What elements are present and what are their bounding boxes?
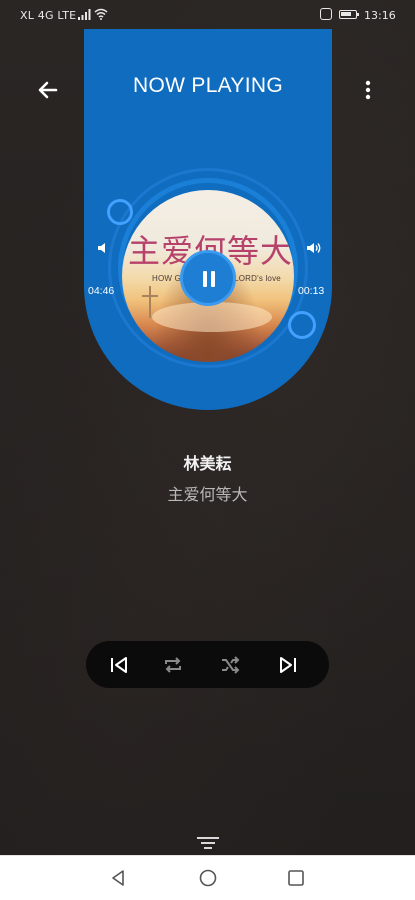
battery-icon (339, 10, 359, 19)
nav-recents-icon[interactable] (286, 868, 306, 888)
status-time: 13:16 (364, 9, 396, 22)
more-vertical-icon[interactable] (358, 76, 378, 104)
seek-slider-knob[interactable] (288, 311, 316, 339)
skip-previous-icon[interactable] (107, 653, 131, 677)
wifi-icon (94, 8, 108, 20)
track-artist: 林美耘 (183, 454, 232, 473)
nfc-icon (320, 8, 332, 20)
nav-home-icon[interactable] (198, 868, 218, 888)
volume-low-icon (98, 243, 105, 253)
queue-handle-icon[interactable] (197, 836, 219, 850)
volume-slider-knob[interactable] (107, 199, 133, 225)
playback-controls (86, 641, 329, 688)
cross-icon (142, 286, 158, 318)
repeat-icon[interactable] (161, 653, 185, 677)
remaining-time: 00:13 (298, 285, 325, 297)
status-bar: XL 4G LTE 13:16 (0, 0, 415, 30)
arrow-left-icon[interactable] (34, 76, 62, 104)
shuffle-icon[interactable] (218, 653, 242, 677)
volume-high-icon (307, 243, 321, 253)
pause-icon (203, 271, 215, 287)
system-nav-bar (0, 855, 415, 900)
album-art-cloud (152, 302, 272, 332)
skip-next-icon[interactable] (276, 653, 300, 677)
page-title: NOW PLAYING (133, 74, 283, 97)
signal-icon (78, 9, 91, 20)
carrier-label: XL 4G LTE (20, 9, 77, 22)
track-title: 主爱何等大 (167, 485, 248, 504)
elapsed-time: 04:46 (88, 285, 115, 297)
nav-back-icon[interactable] (108, 868, 128, 888)
play-pause-button[interactable] (180, 250, 236, 306)
